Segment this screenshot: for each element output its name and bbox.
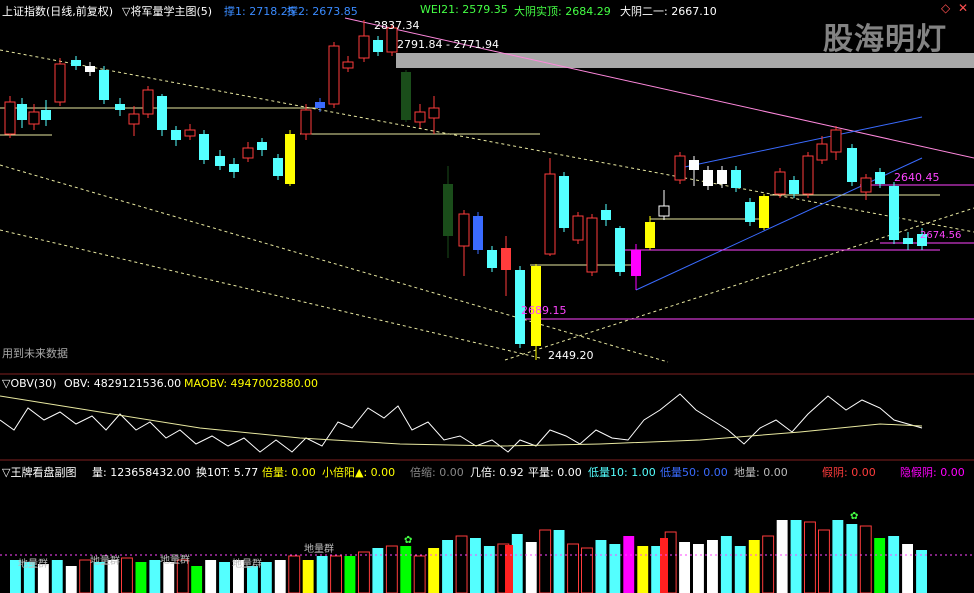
volume-indicator-value: 小倍阳▲: 0.00 [322,466,396,479]
volume-indicator-value: 地量: 0.00 [734,466,788,479]
volume-indicator-value: 量: 123658432.00 [92,466,191,479]
volume-bars [10,520,927,593]
level-label-c: 2674.56 [920,230,961,241]
bar-tag: 地量群 [304,544,334,555]
volume-indicator-value: 换10T: 5.77 [196,466,259,479]
maobv-line [0,395,923,447]
resistance-band [396,53,974,68]
maobv-value: MAOBV: 4947002880.00 [184,377,318,390]
obv-line [0,393,923,453]
marker-icon: ✿ [850,511,859,522]
level-label-a: 2689.15 [521,304,567,317]
blue-channel [635,116,923,291]
volume-indicator-value: 倍量: 0.00 [262,466,316,479]
low-price-label: 2449.20 [548,349,594,362]
obv-title[interactable]: ▽OBV(30) [2,377,56,390]
marker-icon: ✿ [404,535,413,546]
level-lines [0,107,974,320]
bar-tag: 地量群 [90,556,120,567]
volume-indicator-value: 倍缩: 0.00 [410,466,464,479]
volume-indicator-value: 隐假阴: 0.00 [900,466,965,479]
bar-tag: 地量群 [160,555,190,566]
level-label-b: 2640.45 [894,171,940,184]
volume-panel-title[interactable]: ▽王牌看盘副图 [2,464,76,480]
candles [4,20,927,360]
volume-indicator-value: 低量10: 1.00 [588,466,656,479]
range-label: 2791.84 - 2771.94 [397,38,499,51]
volume-indicator-value: 低量50: 0.00 [660,466,728,479]
volume-indicator-value: 假阴: 0.00 [822,466,876,479]
candlestick-chart[interactable]: 2837.34 2791.84 - 2771.94 2449.20 2689.1… [0,0,974,593]
volume-indicator-value: 几倍: 0.92 [470,466,524,479]
obv-value: OBV: 4829121536.00 [64,377,182,390]
future-data-warning: 用到未来数据 [2,346,68,360]
bar-tag: 地量群 [18,559,48,570]
high-price-label: 2837.34 [374,19,420,32]
bar-tag: 地量群 [232,559,262,570]
volume-indicator-value: 平量: 0.00 [528,466,582,479]
